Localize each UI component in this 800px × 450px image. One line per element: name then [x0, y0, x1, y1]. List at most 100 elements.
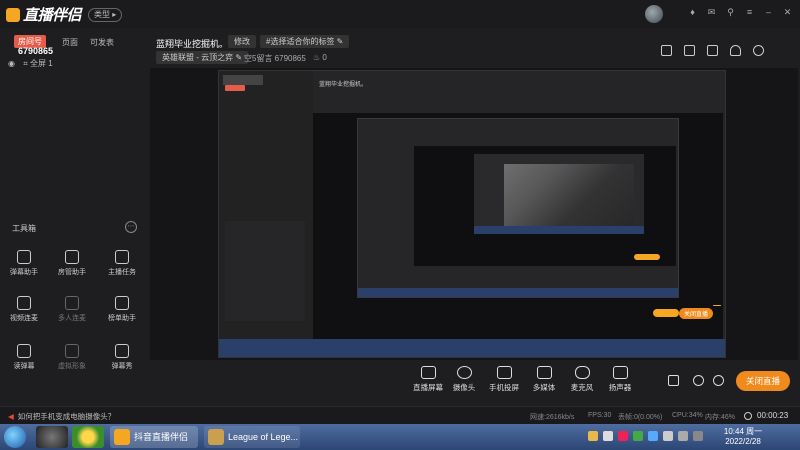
gift-icon[interactable] [661, 45, 672, 56]
room-info: 空5留言 6790865 [244, 54, 306, 63]
tag-button[interactable]: #选择适合你的标签 ✎ [260, 35, 350, 48]
taskbar-app-live-companion[interactable]: 抖音直播伴侣 [110, 426, 198, 448]
screen-icon [420, 366, 436, 379]
speaker-tip-icon: ◀ [8, 412, 14, 421]
stream-header: 蓝翔毕业挖掘机。 修改 #选择适合你的标签 ✎ 英雄联盟 - 云顶之弈 ✎ 空5… [148, 28, 800, 68]
menu-icon[interactable]: ≡ [745, 8, 754, 17]
tray-icon-4[interactable] [633, 431, 643, 441]
read-danmaku-icon [17, 344, 31, 358]
left-sidebar: 房间号 6790865 页面 可发表 ◉ ⌗ 全屏 1 工具箱 ⋯ 弹幕助手 房… [0, 28, 148, 406]
tray-icon-8[interactable] [693, 431, 703, 441]
network-speed: 网速:2616kb/s [530, 414, 575, 421]
settings-icon[interactable] [713, 375, 724, 386]
nested-level-3 [474, 154, 644, 234]
nested-level-2-preview [414, 146, 676, 266]
start-button-icon[interactable] [4, 426, 26, 448]
tool-host-tasks[interactable]: 主播任务 [102, 250, 142, 277]
minimize-icon[interactable]: – [764, 8, 773, 17]
edit-title-button[interactable]: 修改 [228, 35, 256, 48]
pinned-app-1-icon[interactable] [36, 426, 68, 448]
app-logo: 直播伴侣 [6, 4, 82, 25]
nested-taskbar-2 [358, 288, 678, 297]
scene-item[interactable]: ◉ ⌗ 全屏 1 [8, 58, 53, 69]
header-icons [661, 45, 764, 56]
trophy-icon [115, 296, 129, 310]
windows-taskbar: 抖音直播伴侣 League of Lege... 10:44 周一 2022/2/… [0, 424, 800, 450]
room-id: 6790865 [18, 46, 54, 56]
scene-label: 全屏 1 [29, 59, 53, 68]
avatar-icon [65, 344, 79, 358]
nested-sidebar [219, 71, 313, 341]
speaker-icon [612, 366, 628, 379]
eye-icon[interactable] [693, 375, 704, 386]
tab-publish[interactable]: 可发表 [90, 37, 114, 48]
layout-icon[interactable] [707, 45, 718, 56]
bell-icon[interactable] [730, 45, 741, 56]
microphone-icon [574, 366, 590, 379]
help-tip[interactable]: ◀ 如何把手机变成电脑摄像头？ [8, 411, 115, 422]
tv-icon [115, 344, 129, 358]
fps-value: FPS:30 [588, 412, 612, 419]
live-companion-icon [114, 429, 130, 445]
system-clock[interactable]: 10:44 周一 2022/2/28 [718, 427, 768, 447]
close-icon[interactable]: ✕ [783, 8, 792, 17]
cpu-usage: CPU:34% [672, 412, 703, 419]
tray-icon-1[interactable] [588, 431, 598, 441]
user-avatar[interactable] [645, 5, 663, 23]
tool-video-call[interactable]: 视频连麦 [4, 296, 44, 323]
live-timer-icon [744, 412, 752, 420]
stream-preview[interactable]: 蓝翔毕业挖掘机。 关闭直播 [150, 68, 798, 360]
volume-tray-icon[interactable] [678, 431, 688, 441]
pin-icon[interactable]: ⚲ [726, 8, 735, 17]
mail-icon[interactable]: ✉ [707, 8, 716, 17]
taskbar-app-league[interactable]: League of Lege... [204, 426, 300, 448]
pinned-media-player-icon[interactable] [72, 426, 104, 448]
tab-pages[interactable]: 页面 [62, 37, 78, 48]
eye-icon[interactable]: ◉ [8, 59, 15, 68]
network-tray-icon[interactable] [663, 431, 673, 441]
task-check-icon [115, 250, 129, 264]
tray-icon-2[interactable] [603, 431, 613, 441]
stream-controls: 直播屏幕 摄像头 手机投屏 多媒体 麦克风 扬声器 关闭直播 [148, 360, 800, 406]
tool-danmaku-show[interactable]: 弹幕秀 [102, 344, 142, 371]
play-icon [536, 366, 552, 379]
fans-count: ♨ 0 [313, 53, 327, 62]
nested-preview [313, 113, 723, 341]
logo-badge-icon [6, 8, 20, 22]
league-icon [208, 429, 224, 445]
chat-icon [17, 250, 31, 264]
tools-title: 工具箱 [12, 224, 36, 233]
nested-level-2 [357, 118, 679, 298]
shirt-icon[interactable]: ♦ [688, 8, 697, 17]
nested-go-live: 关闭直播 [679, 308, 714, 319]
type-button[interactable]: 类型 ▸ [88, 8, 123, 22]
tool-read-danmaku[interactable]: 读弹幕 [4, 344, 44, 371]
live-duration: 00:00:23 [757, 411, 789, 420]
nested-title: 蓝翔毕业挖掘机。 [319, 82, 368, 88]
scene-icon: ⌗ [23, 59, 28, 68]
tray-icon-5[interactable] [648, 431, 658, 441]
stream-title: 蓝翔毕业挖掘机。 [156, 39, 229, 49]
tray-icon-3[interactable] [618, 431, 628, 441]
category-button[interactable]: 英雄联盟 - 云顶之弈 ✎ [156, 51, 249, 64]
tool-room-admin[interactable]: 房管助手 [52, 250, 92, 277]
top-bar: 直播伴侣 类型 ▸ ♦ ✉ ⚲ ≡ – ✕ [0, 0, 800, 28]
infinite-mirror-stairs [504, 164, 634, 229]
status-bar: ◀ 如何把手机变成电脑摄像头？ 网速:2616kb/s FPS:30 丢帧:0(0… [0, 406, 800, 424]
memory-usage: 内存:46% [705, 414, 735, 421]
camera-icon [456, 366, 472, 379]
tool-ranking[interactable]: 榜单助手 [102, 296, 142, 323]
record-icon[interactable] [668, 375, 679, 386]
nested-taskbar-1 [219, 339, 725, 357]
lock-icon[interactable] [684, 45, 695, 56]
tool-danmaku-helper[interactable]: 弹幕助手 [4, 250, 44, 277]
video-call-icon [17, 296, 31, 310]
group-call-icon [65, 296, 79, 310]
speaker-button[interactable]: 扬声器 [596, 366, 644, 393]
preview-recursive-capture: 蓝翔毕业挖掘机。 关闭直播 [218, 70, 726, 358]
window-controls: ♦ ✉ ⚲ ≡ – ✕ [688, 8, 792, 17]
stop-live-button[interactable]: 关闭直播 [736, 371, 790, 391]
more-tools-icon[interactable]: ⋯ [125, 221, 137, 233]
share-icon[interactable] [753, 45, 764, 56]
dropped-frames: 丢帧:0(0.00%) [618, 414, 663, 421]
